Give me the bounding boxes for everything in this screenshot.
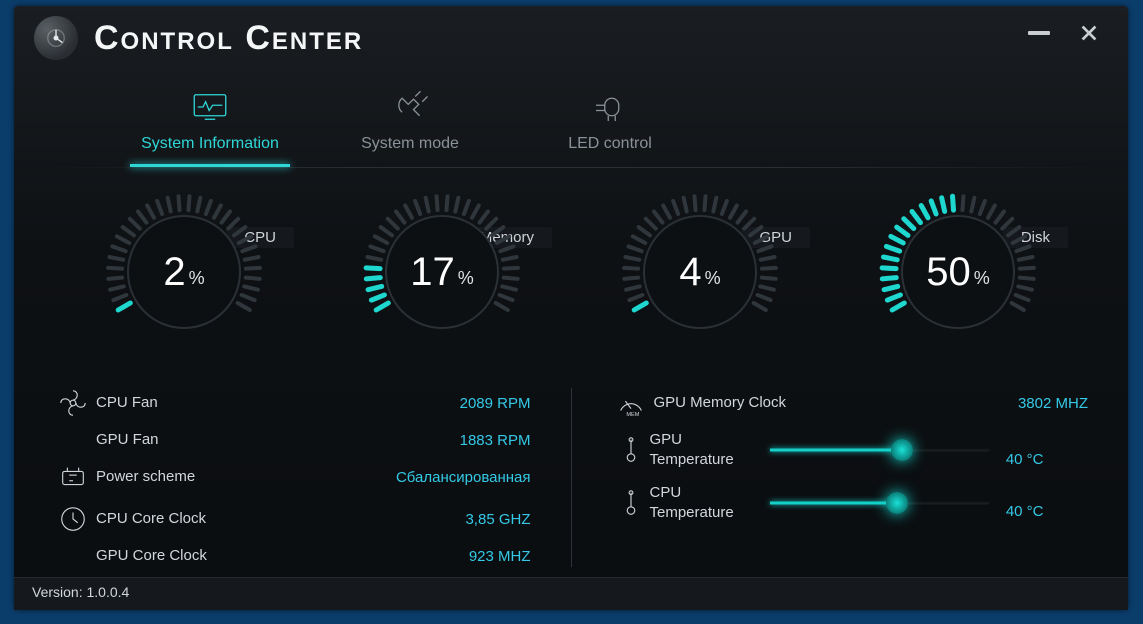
tab-system-information[interactable]: System Information — [110, 80, 310, 167]
tab-label: System mode — [361, 135, 459, 152]
gpu-temp-slider[interactable] — [770, 447, 990, 453]
gauge-value: 2% — [104, 192, 264, 352]
slider-thumb[interactable] — [891, 439, 913, 461]
row-value: 3802 MHZ — [1018, 395, 1088, 412]
gauge-value: 50% — [878, 192, 1038, 352]
plug-icon — [310, 88, 510, 131]
row-label: GPU Memory Clock — [650, 393, 1018, 413]
header: Control Center — [14, 6, 1128, 60]
row-gpu-fan: GPU Fan 1883 RPM — [54, 424, 531, 456]
gauge-memory: Memory 17% — [322, 192, 562, 352]
row-value: 40 °C — [998, 503, 1044, 520]
minimize-button[interactable] — [1028, 31, 1050, 35]
clock-icon — [54, 504, 92, 534]
close-icon — [1078, 22, 1100, 44]
thermometer-icon — [612, 435, 650, 465]
cpu-temp-slider[interactable] — [770, 500, 990, 506]
right-column: MEM GPU Memory Clock 3802 MHZ GPU Temper… — [612, 382, 1089, 573]
content: CPU 2% Memory 17% GPU 4% Disk 50% — [14, 168, 1128, 577]
gauge-row: CPU 2% Memory 17% GPU 4% Disk 50% — [54, 192, 1088, 352]
row-value: 2089 RPM — [460, 395, 531, 412]
thermometer-icon — [612, 488, 650, 518]
app-title: Control Center — [94, 19, 363, 58]
battery-icon — [54, 462, 92, 492]
row-label: CPU Core Clock — [92, 509, 465, 529]
row-cpu-fan: CPU Fan 2089 RPM — [54, 382, 531, 424]
row-value: 40 °C — [998, 451, 1044, 468]
row-gpu-temp: GPU Temperature 40 °C — [612, 424, 1089, 477]
led-icon — [510, 88, 710, 131]
tab-system-mode[interactable]: System mode — [310, 80, 510, 167]
row-gpu-core-clock: GPU Core Clock 923 MHZ — [54, 540, 531, 572]
close-button[interactable] — [1078, 22, 1100, 44]
gauge-gpu: GPU 4% — [580, 192, 820, 352]
row-cpu-temp: CPU Temperature 40 °C — [612, 477, 1089, 530]
tach-icon: MEM — [612, 388, 650, 418]
row-cpu-core-clock: CPU Core Clock 3,85 GHZ — [54, 498, 531, 540]
gauge-cpu: CPU 2% — [64, 192, 304, 352]
fan-icon — [54, 388, 92, 418]
row-label: GPU Core Clock — [92, 546, 469, 566]
app-window: Control Center System Information — [14, 6, 1128, 610]
row-label: CPU Temperature — [650, 483, 770, 524]
left-column: CPU Fan 2089 RPM GPU Fan 1883 RPM Power … — [54, 382, 531, 573]
row-label: GPU Fan — [92, 430, 460, 450]
row-value: 3,85 GHZ — [465, 511, 530, 528]
row-label: CPU Fan — [92, 393, 460, 413]
column-divider — [571, 388, 572, 567]
row-label: GPU Temperature — [650, 430, 770, 471]
gauge-disk: Disk 50% — [838, 192, 1078, 352]
gauge-value: 4% — [620, 192, 780, 352]
row-label: Power scheme — [92, 467, 396, 487]
row-gpu-mem-clock: MEM GPU Memory Clock 3802 MHZ — [612, 382, 1089, 424]
slider-thumb[interactable] — [886, 492, 908, 514]
row-value: 1883 RPM — [460, 432, 531, 449]
row-value: 923 MHZ — [469, 548, 531, 565]
footer-version: Version: 1.0.0.4 — [14, 577, 1128, 610]
row-power-scheme: Power scheme Сбалансированная — [54, 456, 531, 498]
row-value: Сбалансированная — [396, 469, 531, 486]
tab-bar: System Information System mode LED contr… — [14, 80, 1128, 167]
gauge-value: 17% — [362, 192, 522, 352]
tab-led-control[interactable]: LED control — [510, 80, 710, 167]
lower-stats: CPU Fan 2089 RPM GPU Fan 1883 RPM Power … — [54, 382, 1088, 573]
tab-label: LED control — [568, 135, 652, 152]
monitor-icon — [110, 88, 310, 131]
tab-label: System Information — [141, 135, 279, 152]
app-logo-icon — [34, 16, 78, 60]
svg-text:MEM: MEM — [626, 412, 639, 418]
minimize-icon — [1028, 31, 1050, 35]
